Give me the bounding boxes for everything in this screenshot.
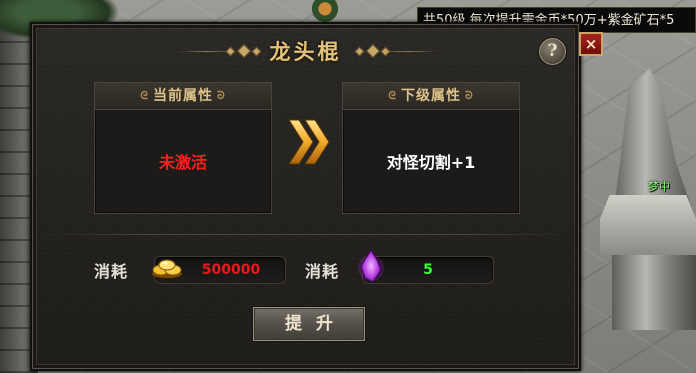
scroll-ornament-icon: ᘐ: [465, 89, 474, 102]
current-attribute-header: ᘓ 当前属性 ᘐ: [95, 83, 271, 110]
npc-name-label: 梦中: [648, 180, 670, 193]
ore-cost-label: 消耗: [305, 262, 340, 281]
next-attribute-value: 对怪切割+1: [386, 153, 476, 172]
section-divider: [44, 234, 567, 235]
scroll-ornament-icon: ᘓ: [140, 89, 149, 102]
gold-cost-label: 消耗: [94, 262, 129, 281]
next-attribute-panel: ᘓ 下级属性 ᘐ 对怪切割+1: [342, 82, 520, 214]
scroll-ornament-icon: ᘓ: [388, 89, 397, 102]
dialog-title-bar: 龙头棍: [32, 34, 579, 68]
double-chevron-right-icon: [288, 119, 330, 165]
current-attribute-value: 未激活: [158, 153, 207, 172]
next-attribute-title: 下级属性: [401, 88, 461, 104]
title-ornament-line: [378, 51, 438, 52]
current-attribute-panel: ᘓ 当前属性 ᘐ 未激活: [94, 82, 272, 214]
dialog-title: 龙头棍: [269, 39, 342, 64]
help-button[interactable]: ?: [538, 37, 567, 66]
upgrade-dialog: 龙头棍 ? × ᘓ 当前属性 ᘐ 未激活 ᘓ 下级属性 ᘐ 对怪切割+1 消耗 …: [30, 22, 603, 371]
close-button[interactable]: ×: [579, 32, 603, 56]
scroll-ornament-icon: ᘐ: [217, 89, 226, 102]
upgrade-button[interactable]: 提升: [252, 306, 366, 342]
statue-base: [600, 195, 696, 255]
current-attribute-title: 当前属性: [153, 88, 213, 104]
next-attribute-header: ᘓ 下级属性 ᘐ: [343, 83, 519, 110]
purple-crystal-icon[interactable]: [357, 248, 385, 284]
player-character[interactable]: [312, 0, 338, 22]
gold-ingot-icon[interactable]: [150, 257, 184, 279]
